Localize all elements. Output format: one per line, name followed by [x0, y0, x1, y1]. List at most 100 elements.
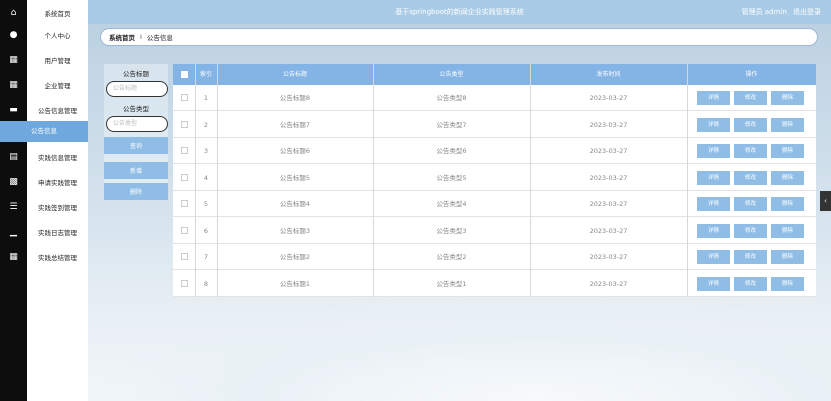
edit-button[interactable]: 修改	[734, 170, 767, 185]
add-button[interactable]: 新增	[104, 162, 168, 179]
detail-button[interactable]: 详情	[697, 197, 730, 211]
sidebar-item-practice-log[interactable]: 实践日志管理	[27, 219, 88, 244]
row-checkbox[interactable]	[181, 94, 188, 101]
row-index: 2	[203, 120, 209, 129]
row-checkbox[interactable]	[181, 200, 188, 207]
chart-icon[interactable]: ▁	[0, 219, 27, 244]
detail-button[interactable]: 详情	[697, 223, 730, 238]
table-row: 6 公告标题3 公告类型3 2023-03-27 详情 修改 删除	[173, 218, 816, 244]
sidebar-item-notice[interactable]: 公告信息	[0, 121, 88, 142]
monitor-icon[interactable]: ▬	[0, 97, 27, 122]
row-checkbox[interactable]	[181, 279, 188, 287]
detail-button[interactable]: 详情	[697, 170, 730, 185]
search-button[interactable]: 查询	[104, 137, 168, 154]
row-type: 公告类型8	[436, 94, 467, 102]
table-row: 3 公告标题6 公告类型6 2023-03-27 详情 修改 删除	[173, 138, 816, 164]
column-divider	[373, 64, 374, 297]
row-type: 公告类型6	[436, 147, 467, 155]
column-divider	[530, 64, 531, 297]
delete-button[interactable]: 删除	[771, 223, 804, 238]
header-actions: 操作	[745, 71, 758, 78]
batch-delete-button[interactable]: 删除	[104, 183, 168, 200]
edit-button[interactable]: 修改	[734, 117, 767, 132]
menu-icon[interactable]: ☰	[0, 194, 27, 219]
header-title: 公告标题	[282, 71, 307, 78]
edit-button[interactable]: 修改	[734, 276, 767, 291]
row-checkbox[interactable]	[181, 120, 188, 128]
sidebar-item-practice-info[interactable]: 实践信息管理	[27, 144, 88, 169]
row-date: 2023-03-27	[589, 226, 628, 235]
column-divider	[217, 64, 218, 297]
sidebar-menu: 系统首页 个人中心 用户管理 企业管理 公告信息管理 实践信息管理 申请实践管理…	[27, 0, 88, 401]
sidebar-item-notice-label: 公告信息	[31, 127, 57, 135]
delete-button[interactable]: 删除	[771, 197, 804, 211]
row-checkbox[interactable]	[181, 253, 188, 260]
type-filter-input[interactable]: 公告类型	[106, 116, 168, 132]
background-hill	[88, 300, 831, 401]
table-row: 8 公告标题1 公告类型1 2023-03-27 详情 修改 删除	[173, 271, 816, 297]
row-date: 2023-03-27	[589, 120, 628, 129]
row-checkbox[interactable]	[181, 147, 188, 154]
title-filter-input[interactable]: 公告标题	[106, 81, 168, 97]
row-index: 6	[203, 226, 209, 235]
logout-link[interactable]: 退出登录	[793, 8, 821, 16]
row-title: 公告标题7	[279, 120, 311, 129]
sidebar-item-users[interactable]: 用户管理	[27, 47, 88, 72]
edit-button[interactable]: 修改	[734, 250, 767, 264]
row-index: 4	[203, 173, 209, 182]
row-index: 8	[203, 279, 209, 288]
breadcrumb: 系统首页 I 公告信息	[100, 28, 818, 46]
edit-button[interactable]: 修改	[734, 91, 767, 105]
row-type: 公告类型4	[436, 200, 467, 208]
delete-button[interactable]: 删除	[771, 144, 804, 158]
grid-icon[interactable]: ▦	[0, 47, 27, 72]
row-title: 公告标题4	[279, 200, 311, 208]
row-title: 公告标题5	[279, 173, 311, 182]
header-index: 索引	[199, 71, 212, 78]
app-title: 基于springboot的新闻企业实践管理系统	[395, 8, 524, 16]
header-date: 发布时间	[596, 71, 621, 78]
row-checkbox[interactable]	[181, 173, 188, 181]
sidebar-item-practice-summary[interactable]: 实践总结管理	[27, 244, 88, 269]
detail-button[interactable]: 详情	[697, 276, 730, 291]
title-filter-label: 公告标题	[123, 70, 149, 78]
sidebar-item-notice-management[interactable]: 公告信息管理	[27, 97, 88, 122]
table-row: 7 公告标题2 公告类型2 2023-03-27 详情 修改 删除	[173, 244, 816, 270]
user-icon[interactable]: ●	[0, 22, 27, 47]
row-checkbox[interactable]	[181, 226, 188, 234]
ticket-icon[interactable]: ▩	[0, 169, 27, 194]
sidebar-item-enterprises[interactable]: 企业管理	[27, 72, 88, 97]
type-filter-label: 公告类型	[123, 105, 149, 113]
notice-table: 索引 公告标题 公告类型 发布时间 操作 1 公告标题8 公告类型8 2023-03-…	[173, 64, 816, 297]
detail-button[interactable]: 详情	[697, 250, 730, 264]
collapse-tab-icon[interactable]: ‹	[820, 191, 831, 211]
sidebar-icon-bar: ⌂ ● ▦ ▦ ▬ ▤ ▩ ☰ ▁ ▦	[0, 0, 27, 401]
edit-button[interactable]: 修改	[734, 197, 767, 211]
detail-button[interactable]: 详情	[697, 91, 730, 105]
delete-button[interactable]: 删除	[771, 276, 804, 291]
sidebar-item-practice-apply[interactable]: 申请实践管理	[27, 169, 88, 194]
list-icon[interactable]: ▤	[0, 144, 27, 169]
sidebar-item-profile[interactable]: 个人中心	[27, 22, 88, 47]
row-type: 公告类型7	[436, 120, 467, 129]
grid-icon[interactable]: ▦	[0, 244, 27, 269]
sidebar-item-practice-signin[interactable]: 实践签到管理	[27, 194, 88, 219]
table-row: 4 公告标题5 公告类型5 2023-03-27 详情 修改 删除	[173, 165, 816, 191]
delete-button[interactable]: 删除	[771, 91, 804, 105]
detail-button[interactable]: 详情	[697, 117, 730, 132]
delete-button[interactable]: 删除	[771, 250, 804, 264]
row-index: 5	[203, 200, 209, 208]
row-type: 公告类型2	[436, 253, 467, 261]
breadcrumb-home[interactable]: 系统首页	[109, 32, 135, 42]
edit-button[interactable]: 修改	[734, 144, 767, 158]
delete-button[interactable]: 删除	[771, 170, 804, 185]
table-row: 5 公告标题4 公告类型4 2023-03-27 详情 修改 删除	[173, 191, 816, 217]
row-title: 公告标题3	[279, 226, 311, 235]
row-title: 公告标题6	[279, 147, 311, 155]
edit-button[interactable]: 修改	[734, 223, 767, 238]
detail-button[interactable]: 详情	[697, 144, 730, 158]
table-row: 1 公告标题8 公告类型8 2023-03-27 详情 修改 删除	[173, 85, 816, 111]
delete-button[interactable]: 删除	[771, 117, 804, 132]
grid-icon[interactable]: ▦	[0, 72, 27, 97]
select-all-checkbox[interactable]	[181, 71, 188, 78]
